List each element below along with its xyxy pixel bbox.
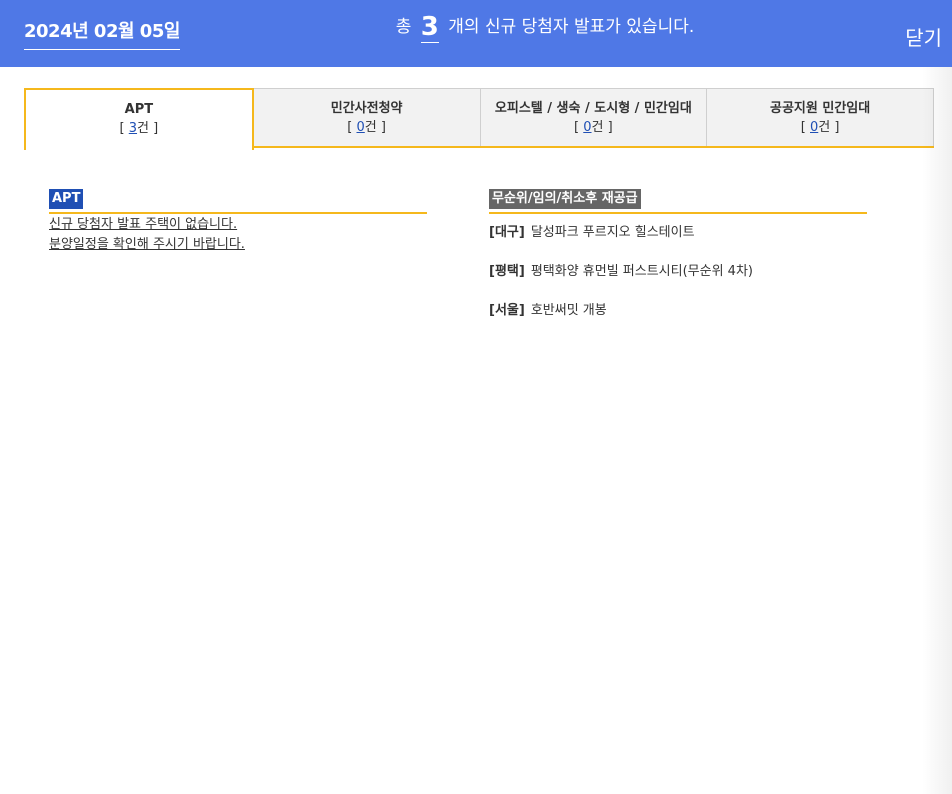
complex-name: 호반써밋 개봉 (530, 303, 607, 318)
resupply-badge: 무순위/임의/취소후 재공급 (489, 189, 641, 209)
apt-section-header: APT (49, 187, 427, 214)
list-item[interactable]: [대구] 달성파크 푸르지오 힐스테이트 (489, 223, 867, 243)
resupply-list: [대구] 달성파크 푸르지오 힐스테이트 [평택] 평택화양 휴먼빌 퍼스트시티(무… (489, 223, 867, 321)
tab-label: 민간사전청약 (330, 101, 403, 116)
tab-label: 공공지원 민간임대 (770, 101, 871, 116)
tab-count-number: 3 (128, 121, 138, 136)
region-label: [대구] (489, 225, 525, 240)
announcement-summary: 총 3 개의 신규 당첨자 발표가 있습니다. (0, 12, 952, 43)
no-announcement-message[interactable]: 신규 당첨자 발표 주택이 없습니다. (49, 215, 427, 235)
tab-private-pre-subscription[interactable]: 민간사전청약 [ 0건 ] (253, 88, 481, 146)
summary-prefix: 총 (395, 17, 412, 37)
tab-label: 오피스텔 / 생숙 / 도시형 / 민간임대 (494, 101, 692, 116)
tab-count: [ 0건 ] (574, 120, 613, 135)
complex-name: 달성파크 푸르지오 힐스테이트 (530, 225, 695, 240)
region-label: [평택] (489, 264, 525, 279)
tab-count: [ 0건 ] (347, 120, 386, 135)
close-button[interactable]: 닫기 (905, 22, 942, 51)
check-schedule-link[interactable]: 분양일정을 확인해 주시기 바랍니다. (49, 235, 427, 255)
summary-suffix: 개의 신규 당첨자 발표가 있습니다. (448, 17, 695, 37)
list-item[interactable]: [서울] 호반써밋 개봉 (489, 301, 867, 321)
complex-name: 평택화양 휴먼빌 퍼스트시티(무순위 4차) (530, 264, 753, 279)
tab-count-number: 0 (583, 120, 592, 135)
announcement-header: 2024년 02월 05일 총 3 개의 신규 당첨자 발표가 있습니다. 닫기 (0, 0, 952, 67)
region-label: [서울] (489, 303, 525, 318)
resupply-section: 무순위/임의/취소후 재공급 [대구] 달성파크 푸르지오 힐스테이트 [평택] 평… (489, 187, 867, 340)
tab-officetel-urban-rental[interactable]: 오피스텔 / 생숙 / 도시형 / 민간임대 [ 0건 ] (480, 88, 708, 146)
tab-count: [ 0건 ] (800, 120, 840, 135)
summary-count: 3 (420, 12, 439, 43)
list-item[interactable]: [평택] 평택화양 휴먼빌 퍼스트시티(무순위 4차) (489, 262, 867, 282)
tab-apt[interactable]: APT [ 3건 ] (24, 88, 254, 150)
tab-label: APT (124, 102, 154, 117)
category-tabs: APT [ 3건 ] 민간사전청약 [ 0건 ] 오피스텔 / 생숙 / 도시형… (24, 88, 934, 150)
right-edge-shadow (922, 67, 952, 794)
tab-count-number: 0 (356, 120, 365, 135)
resupply-section-header: 무순위/임의/취소후 재공급 (489, 187, 867, 214)
apt-badge: APT (49, 189, 84, 209)
tab-public-support-private-rental[interactable]: 공공지원 민간임대 [ 0건 ] (707, 88, 934, 146)
apt-section: APT 신규 당첨자 발표 주택이 없습니다. 분양일정을 확인해 주시기 바랍… (49, 187, 427, 255)
tab-count: [ 3건 ] (119, 121, 159, 136)
